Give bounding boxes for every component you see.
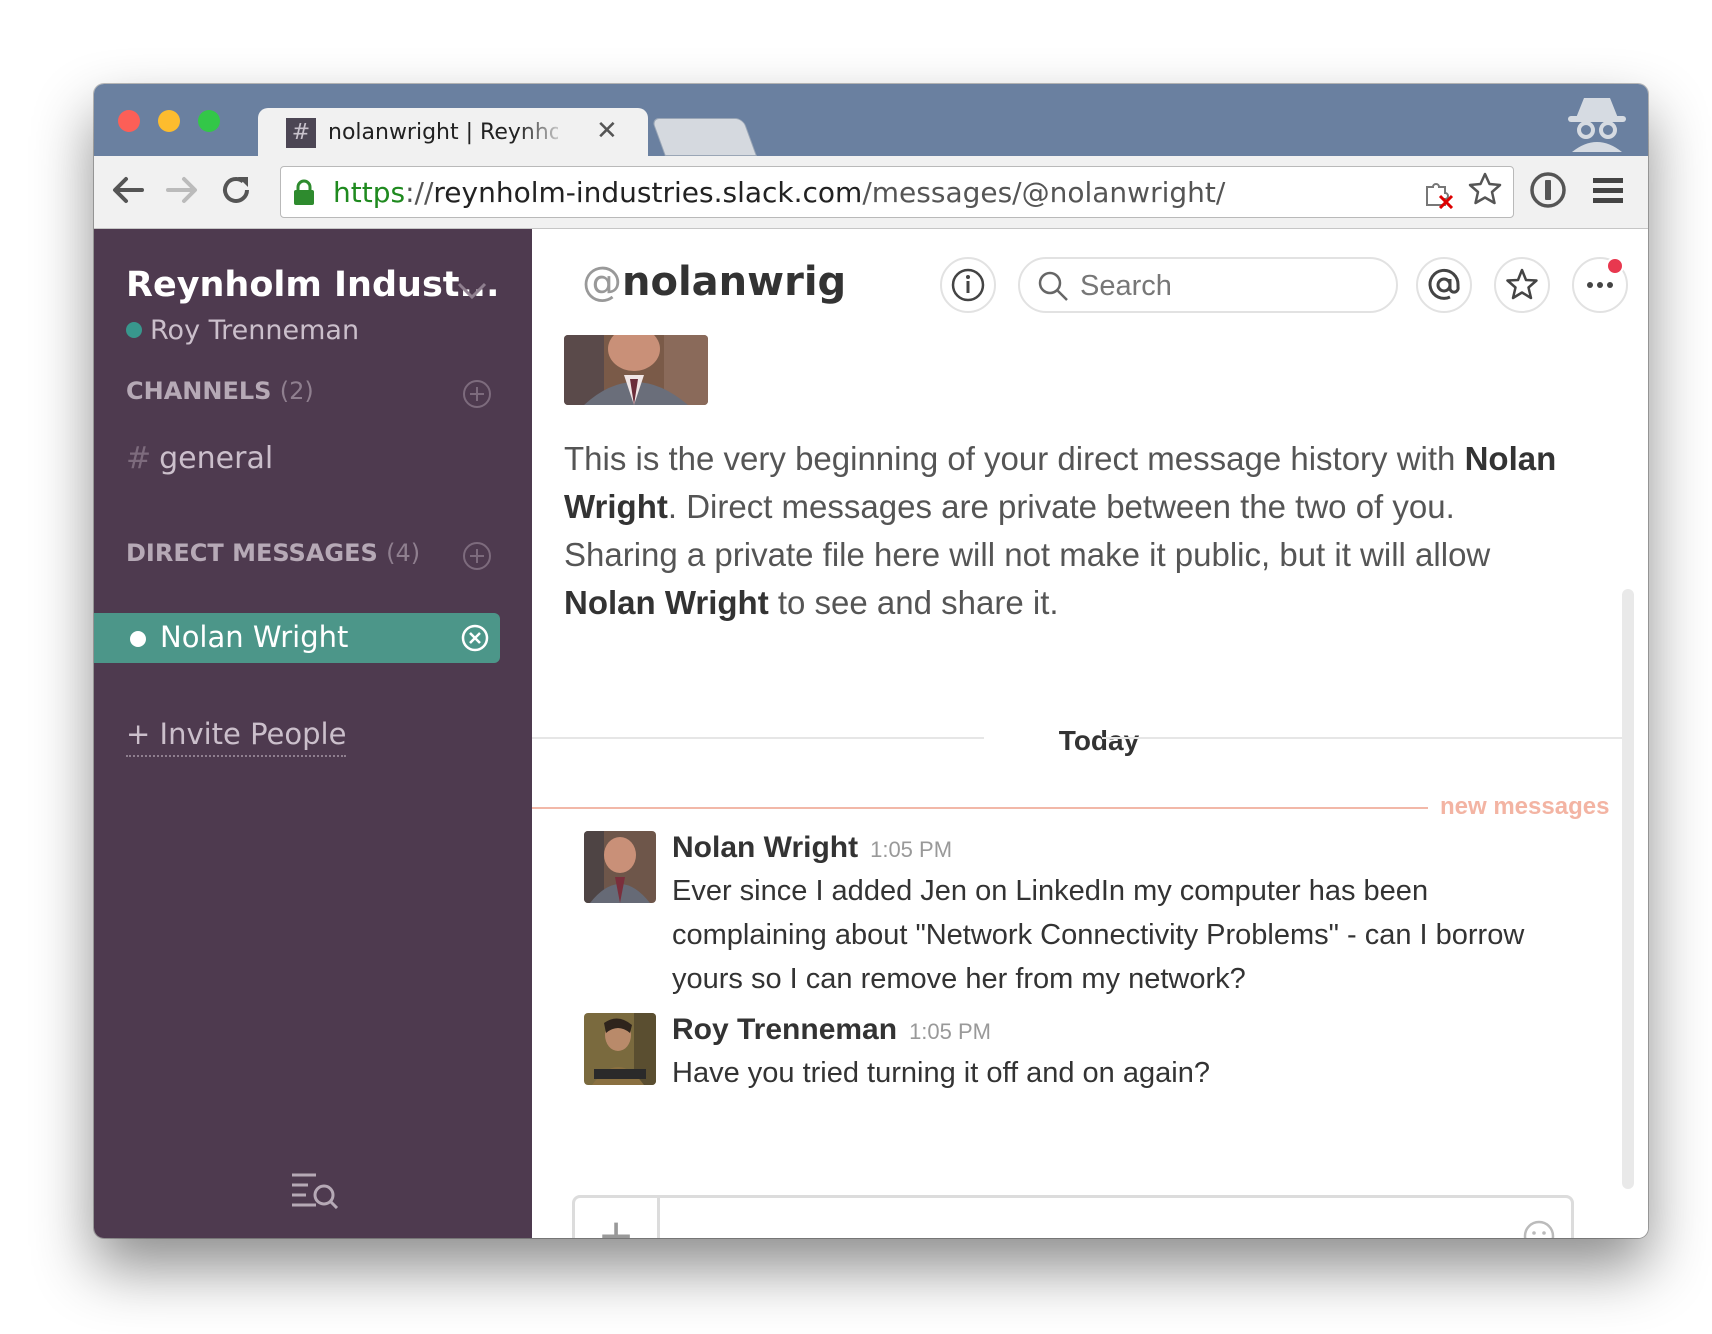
hamburger-menu-icon[interactable] [1588,170,1628,210]
message-timestamp[interactable]: 1:05 PM [909,1019,991,1044]
presence-dot-icon [126,321,142,338]
minimize-window-button[interactable] [158,110,180,132]
browser-window: # nolanwright | Reynholm Industries Slac… [94,84,1648,1238]
presence-dot-icon [130,631,146,647]
direct-messages-header[interactable]: DIRECT MESSAGES (4) [126,539,420,567]
team-name[interactable]: Reynholm Indust... [126,265,499,305]
notification-badge [1606,257,1624,275]
new-tab-button[interactable] [651,118,757,156]
scrollbar[interactable] [1622,589,1634,1189]
add-channel-icon[interactable] [462,379,492,409]
sidebar-item-general[interactable]: # general [126,441,273,476]
password-manager-icon[interactable] [1528,170,1568,210]
dm-intro-text: This is the very beginning of your direc… [564,440,1557,621]
chevron-down-icon[interactable] [456,281,488,301]
address-bar[interactable]: https://reynholm-industries.slack.com/me… [280,166,1514,218]
tab-bar: # nolanwright | Reynholm Industries Slac… [94,84,1648,156]
avatar[interactable] [584,831,656,903]
message-input[interactable] [675,1218,1479,1238]
message-composer: + [572,1195,1574,1238]
starred-items-button[interactable] [1494,257,1550,313]
slack-favicon-icon: # [286,118,316,148]
search-icon [1038,271,1068,301]
message-author[interactable]: Nolan Wright 1:05 PM [672,831,952,865]
upload-file-button[interactable]: + [575,1198,660,1238]
reload-icon[interactable] [218,172,254,208]
url-text: https://reynholm-industries.slack.com/me… [333,176,1226,209]
channels-header[interactable]: CHANNELS (2) [126,377,314,405]
bookmark-star-icon[interactable] [1467,171,1503,207]
star-icon [1506,268,1538,300]
back-arrow-icon[interactable] [110,172,146,208]
sidebar-item-nolan-wright[interactable]: Nolan Wright [94,613,500,663]
message-text: Have you tried turning it off and on aga… [672,1057,1210,1089]
browser-toolbar: https://reynholm-industries.slack.com/me… [94,156,1648,229]
message-pane: @nolanwrig Search This is the very begin… [532,229,1648,1238]
day-divider-line [1102,737,1622,739]
channel-info-button[interactable] [940,257,996,313]
nolan-wright-avatar [564,335,708,405]
day-divider-line [532,737,984,739]
invite-people-link[interactable]: + Invite People [126,717,347,757]
forward-arrow-icon[interactable] [164,172,200,208]
day-divider-label: Today [1058,725,1140,756]
message-author[interactable]: Roy Trenneman 1:05 PM [672,1013,991,1047]
add-direct-message-icon[interactable] [462,541,492,571]
close-dm-icon[interactable] [460,623,490,653]
message-text: Ever since I added Jen on LinkedIn my co… [672,875,1525,995]
browser-tab[interactable]: # nolanwright | Reynholm Industries Slac… [258,108,648,156]
dm-name: Nolan Wright [160,620,349,654]
close-window-button[interactable] [118,110,140,132]
mentions-button[interactable] [1416,257,1472,313]
zoom-window-button[interactable] [198,110,220,132]
tab-title-fade [518,116,568,150]
lock-icon [294,179,314,205]
avatar[interactable] [584,1013,656,1085]
more-options-button[interactable] [1572,257,1628,313]
message-timestamp[interactable]: 1:05 PM [870,837,952,862]
info-icon [951,268,985,302]
search-input[interactable] [1078,269,1382,303]
current-user[interactable]: Roy Trenneman [126,315,359,346]
blocked-plugin-icon[interactable] [1423,177,1455,209]
new-messages-divider [532,807,1428,809]
channel-title[interactable]: @nolanwrig [582,259,846,305]
sidebar: Reynholm Indust... Roy Trenneman CHANNEL… [94,229,532,1238]
tab-close-icon[interactable]: ✕ [596,116,618,146]
incognito-icon [1568,98,1626,152]
quick-switcher-icon[interactable] [290,1169,340,1209]
at-icon [1428,268,1460,300]
smiley-icon[interactable] [1521,1218,1557,1238]
search-field[interactable] [1018,257,1398,313]
hash-icon: # [126,441,152,476]
new-messages-label: new messages [1440,793,1610,820]
